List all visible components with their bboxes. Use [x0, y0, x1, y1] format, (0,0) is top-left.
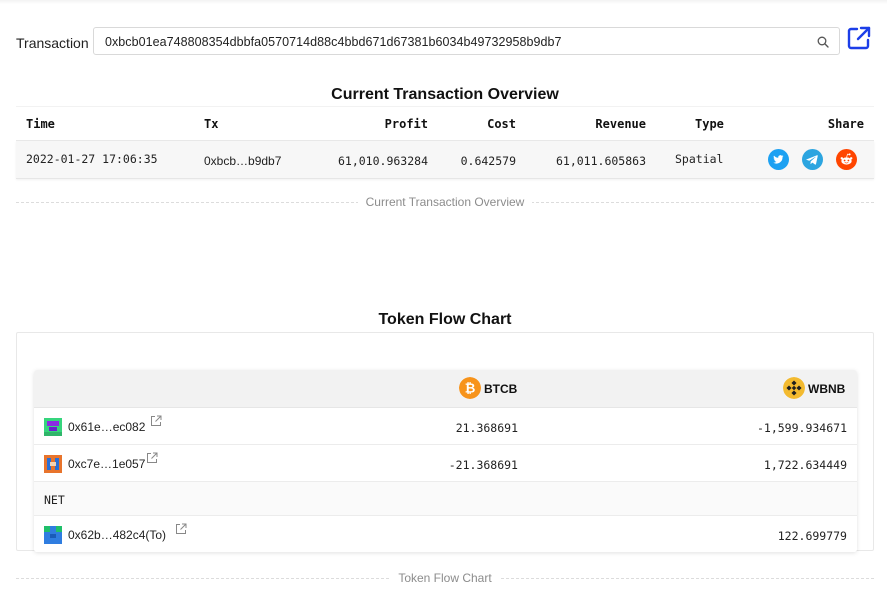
btcb-amount: 21.368691 [455, 421, 518, 435]
address-link[interactable]: 0x62b…482c4(To) [68, 528, 166, 542]
net-row: NET [34, 482, 857, 516]
address-avatar-icon [44, 526, 62, 544]
cell-tx[interactable]: 0xbcb…b9db7 [204, 154, 281, 168]
top-shadow [0, 0, 887, 4]
overview-header-row: Time Tx Profit Cost Revenue Type Share [16, 106, 874, 141]
token-flow-card: ₿ BTCB WBNB 0x61e…ec082 21.368691 -1,599… [16, 332, 874, 552]
transaction-input[interactable]: 0xbcb01ea748808354dbbfa0570714d88c4bbd67… [93, 27, 840, 55]
wbnb-amount: 1,722.634449 [763, 458, 847, 472]
cell-type: Spatial [675, 152, 724, 166]
external-link-icon[interactable] [175, 523, 187, 535]
search-icon[interactable] [817, 36, 829, 48]
btcb-amount: -21.368691 [448, 458, 518, 472]
token-flow-row: 0x62b…482c4(To) 122.699779 [34, 516, 857, 552]
col-cost: Cost [487, 117, 516, 131]
token-flow-divider: Token Flow Chart [16, 571, 874, 585]
overview-row: 2022-01-27 17:06:35 0xbcb…b9db7 61,010.9… [16, 141, 874, 179]
col-share: Share [827, 117, 864, 131]
col-revenue: Revenue [595, 117, 646, 131]
token-flow-divider-label: Token Flow Chart [390, 571, 500, 585]
external-link-icon[interactable] [150, 415, 162, 427]
overview-title: Current Transaction Overview [331, 86, 559, 103]
transaction-hash-value[interactable]: 0xbcb01ea748808354dbbfa0570714d88c4bbd67… [105, 35, 562, 49]
address-avatar-icon [44, 418, 62, 436]
bnb-icon [783, 377, 805, 399]
token-flow-header: ₿ BTCB WBNB [34, 370, 857, 408]
cell-revenue: 61,011.605863 [555, 154, 646, 168]
cell-time: 2022-01-27 17:06:35 [26, 152, 158, 166]
wbnb-amount: -1,599.934671 [756, 421, 847, 435]
address-link[interactable]: 0xc7e…1e057 [68, 457, 145, 471]
address-avatar-icon [44, 455, 62, 473]
wbnb-amount: 122.699779 [777, 529, 847, 543]
reddit-icon[interactable] [836, 149, 857, 170]
token-flow-title: Token Flow Chart [378, 311, 512, 328]
twitter-icon[interactable] [768, 149, 789, 170]
token-flow-divider-label-wrap: Token Flow Chart [16, 571, 874, 585]
overview-table: Time Tx Profit Cost Revenue Type Share 2… [16, 106, 874, 179]
cell-profit: 61,010.963284 [337, 154, 428, 168]
bitcoin-icon: ₿ [459, 377, 481, 399]
token-symbol-btcb: BTCB [484, 382, 518, 396]
token-flow-row: 0x61e…ec082 21.368691 -1,599.934671 [34, 408, 857, 445]
svg-text:₿: ₿ [465, 382, 476, 397]
address-link[interactable]: 0x61e…ec082 [68, 420, 145, 434]
overview-divider-label-wrap: Current Transaction Overview [16, 195, 874, 209]
col-type: Type [695, 117, 724, 131]
col-time: Time [26, 117, 55, 131]
telegram-icon[interactable] [802, 149, 823, 170]
col-profit: Profit [384, 117, 428, 131]
external-link-icon[interactable] [146, 452, 158, 464]
token-flow-table: ₿ BTCB WBNB 0x61e…ec082 21.368691 -1,599… [34, 370, 857, 552]
transaction-label: Transaction [16, 35, 89, 51]
token-symbol-wbnb: WBNB [808, 382, 846, 396]
col-tx: Tx [204, 117, 219, 131]
overview-divider-label: Current Transaction Overview [357, 195, 533, 209]
cell-cost: 0.642579 [460, 154, 516, 168]
overview-divider: Current Transaction Overview [16, 195, 874, 209]
net-label: NET [44, 493, 65, 507]
transaction-search-row: Transaction 0xbcb01ea748808354dbbfa05707… [16, 24, 876, 57]
token-flow-row: 0xc7e…1e057 -21.368691 1,722.634449 [34, 445, 857, 482]
external-link-icon[interactable] [845, 24, 873, 52]
